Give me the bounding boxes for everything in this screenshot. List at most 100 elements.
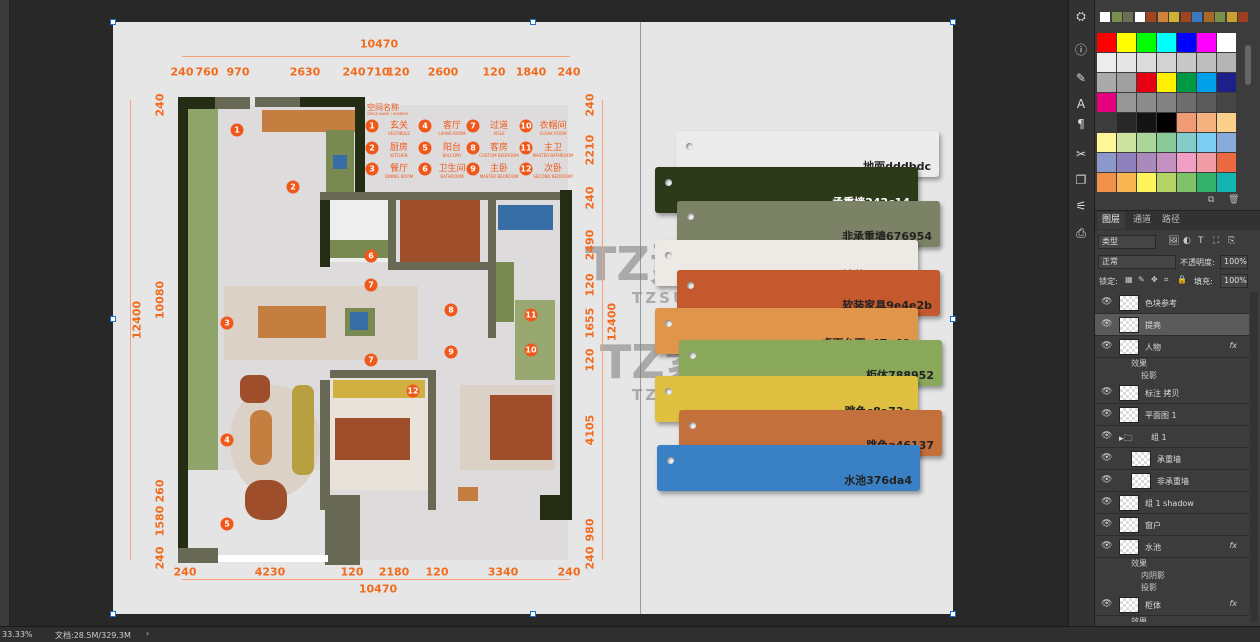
layer-row[interactable]: 👁 平面图 1 xyxy=(1095,404,1249,426)
tool-presets-icon[interactable]: ✂ xyxy=(1071,146,1091,162)
color-swatch[interactable] xyxy=(1137,93,1156,112)
layer-comps-icon[interactable]: ❐ xyxy=(1071,172,1091,188)
layer-row[interactable]: 👁 窗户 xyxy=(1095,514,1249,536)
visibility-eye-icon[interactable]: 👁 xyxy=(1101,341,1112,351)
color-swatch[interactable] xyxy=(1177,153,1196,172)
color-swatch[interactable] xyxy=(1097,173,1116,192)
color-swatch[interactable] xyxy=(1117,153,1136,172)
color-swatch[interactable] xyxy=(1177,133,1196,152)
color-swatch[interactable] xyxy=(1157,133,1176,152)
color-swatch[interactable] xyxy=(1177,113,1196,132)
visibility-eye-icon[interactable]: 👁 xyxy=(1101,497,1112,507)
color-swatch[interactable] xyxy=(1197,73,1216,92)
recent-swatch[interactable] xyxy=(1180,12,1191,22)
layer-effect-item[interactable]: 投影 xyxy=(1095,370,1157,382)
layer-filter-select[interactable]: 类型 xyxy=(1098,235,1156,249)
color-swatch[interactable] xyxy=(1197,33,1216,52)
color-swatch[interactable] xyxy=(1097,153,1116,172)
color-swatch[interactable] xyxy=(1117,173,1136,192)
color-swatch[interactable] xyxy=(1177,93,1196,112)
color-swatch[interactable] xyxy=(1197,173,1216,192)
color-swatch[interactable] xyxy=(1157,113,1176,132)
clone-source-icon[interactable]: ⎙ xyxy=(1071,225,1091,241)
color-swatch[interactable] xyxy=(1217,73,1236,92)
color-swatch[interactable] xyxy=(1217,113,1236,132)
color-swatch[interactable] xyxy=(1097,93,1116,112)
layer-row[interactable]: 👁 组 1 shadow xyxy=(1095,492,1249,514)
layer-effect-item[interactable]: 效果 xyxy=(1095,358,1147,370)
color-swatch[interactable] xyxy=(1137,113,1156,132)
color-swatch[interactable] xyxy=(1177,53,1196,72)
blend-mode-select[interactable]: 正常 xyxy=(1098,255,1176,269)
color-swatch[interactable] xyxy=(1217,173,1236,192)
lock-icon[interactable]: ⌗ xyxy=(1164,275,1169,285)
transform-handle[interactable] xyxy=(950,316,956,322)
delete-swatch-icon[interactable]: 🗑 xyxy=(1228,195,1239,205)
color-swatch[interactable] xyxy=(1137,153,1156,172)
lock-icon[interactable]: ✎ xyxy=(1138,275,1145,284)
recent-swatch[interactable] xyxy=(1215,12,1225,22)
color-swatch[interactable] xyxy=(1097,53,1116,72)
color-swatch[interactable] xyxy=(1137,173,1156,192)
color-swatch[interactable] xyxy=(1177,73,1196,92)
layer-row[interactable]: 👁 提亮 xyxy=(1095,314,1249,336)
visibility-eye-icon[interactable]: 👁 xyxy=(1101,319,1112,329)
visibility-eye-icon[interactable]: 👁 xyxy=(1101,475,1112,485)
visibility-eye-icon[interactable]: 👁 xyxy=(1101,409,1112,419)
color-swatch[interactable] xyxy=(1097,73,1116,92)
layer-effect-item[interactable]: 效果 xyxy=(1095,558,1147,570)
recent-swatch[interactable] xyxy=(1192,12,1202,22)
layer-row[interactable]: 👁 水池 fx xyxy=(1095,536,1249,558)
layers-scrollbar[interactable] xyxy=(1250,292,1258,622)
layer-row[interactable]: 👁 ▸🗀 组 1 xyxy=(1095,426,1249,448)
color-swatch[interactable] xyxy=(1097,33,1116,52)
recent-swatch[interactable] xyxy=(1111,12,1122,22)
layer-effect-item[interactable]: 内阴影 xyxy=(1095,570,1165,582)
zoom-level[interactable]: 33.33% xyxy=(2,630,33,639)
transform-handle[interactable] xyxy=(530,19,536,25)
color-swatch[interactable] xyxy=(1157,153,1176,172)
tab-paths[interactable]: 路径 xyxy=(1157,212,1185,229)
layer-row[interactable]: 👁 色块参考 xyxy=(1095,292,1249,314)
vertical-ruler[interactable] xyxy=(0,0,10,626)
layer-fx-icon[interactable]: fx xyxy=(1229,341,1237,350)
transform-handle[interactable] xyxy=(110,19,116,25)
swatches-scrollbar[interactable] xyxy=(1245,45,1251,85)
fill-input[interactable]: 100% xyxy=(1220,274,1248,288)
recent-swatch[interactable] xyxy=(1157,12,1168,22)
lock-icon[interactable]: 🔒 xyxy=(1177,275,1187,284)
transform-handle[interactable] xyxy=(110,316,116,322)
color-swatch[interactable] xyxy=(1137,33,1156,52)
new-swatch-icon[interactable]: ⧉ xyxy=(1208,195,1214,205)
color-swatch[interactable] xyxy=(1157,173,1176,192)
transform-handle[interactable] xyxy=(530,611,536,617)
layer-filter-icon[interactable]: ◐ xyxy=(1183,236,1191,246)
recent-swatch[interactable] xyxy=(1146,12,1156,22)
color-swatch[interactable] xyxy=(1157,73,1176,92)
opacity-input[interactable]: 100% xyxy=(1220,255,1248,269)
recent-swatch[interactable] xyxy=(1123,12,1133,22)
color-swatch[interactable] xyxy=(1117,73,1136,92)
visibility-eye-icon[interactable]: 👁 xyxy=(1101,453,1112,463)
lock-icon[interactable]: ▦ xyxy=(1125,275,1133,284)
visibility-eye-icon[interactable]: 👁 xyxy=(1101,431,1112,441)
paragraph-icon[interactable]: ¶ xyxy=(1071,116,1091,132)
status-menu-arrow[interactable]: › xyxy=(146,629,149,638)
info-icon[interactable]: ⓘ xyxy=(1071,42,1091,58)
visibility-eye-icon[interactable]: 👁 xyxy=(1101,599,1112,609)
color-swatch[interactable] xyxy=(1197,93,1216,112)
color-swatch[interactable] xyxy=(1137,133,1156,152)
layer-row[interactable]: 👁 承重墙 xyxy=(1095,448,1249,470)
color-swatch[interactable] xyxy=(1157,33,1176,52)
properties-icon[interactable]: ⚟ xyxy=(1071,198,1091,214)
recent-swatch[interactable] xyxy=(1226,12,1237,22)
layer-row[interactable]: 👁 非承重墙 xyxy=(1095,470,1249,492)
color-swatch[interactable] xyxy=(1217,33,1236,52)
recent-swatch[interactable] xyxy=(1169,12,1179,22)
color-swatch[interactable] xyxy=(1117,53,1136,72)
color-swatch[interactable] xyxy=(1117,113,1136,132)
color-swatch[interactable] xyxy=(1117,93,1136,112)
document-size[interactable]: 文档:28.5M/329.3M xyxy=(55,630,131,641)
color-swatch[interactable] xyxy=(1137,53,1156,72)
character-icon[interactable]: A xyxy=(1071,96,1091,112)
